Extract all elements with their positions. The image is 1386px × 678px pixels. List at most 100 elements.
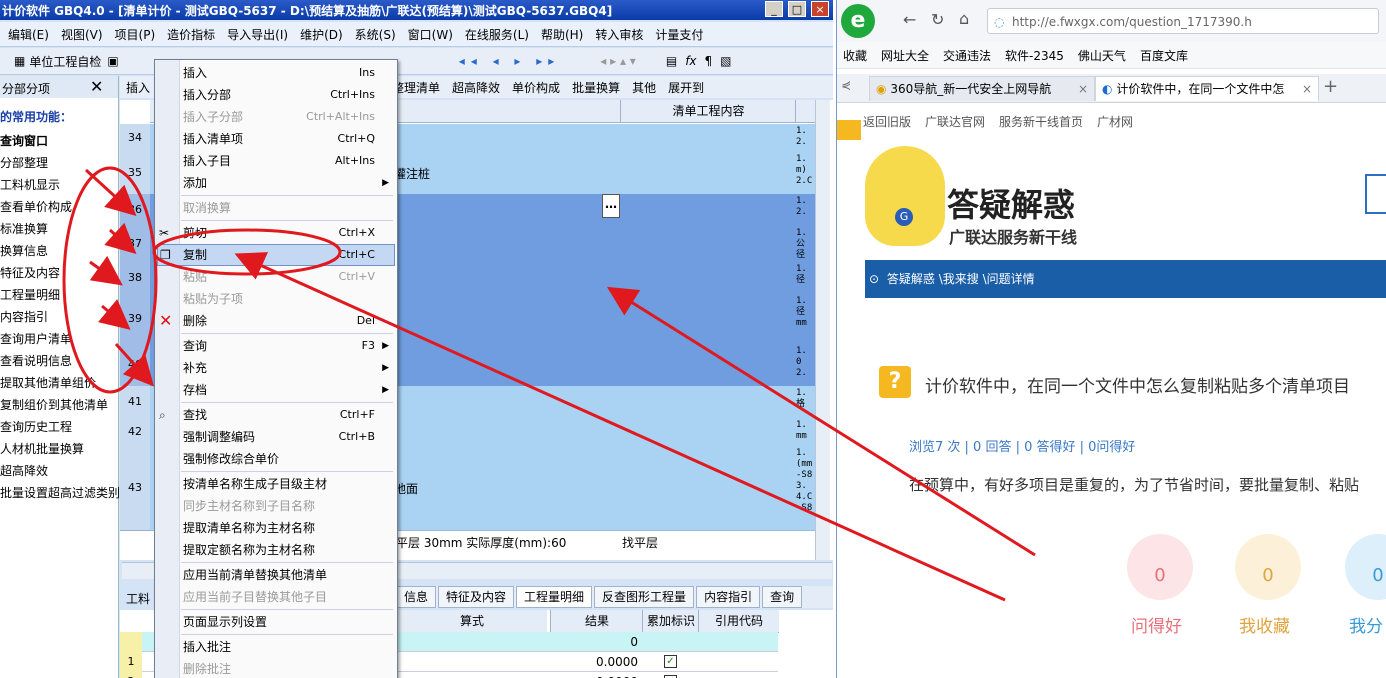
grid-toolbar-item[interactable]: 其他 bbox=[626, 79, 662, 96]
detail-tab[interactable]: 查询 bbox=[762, 586, 803, 608]
left-panel-item[interactable]: 复制组价到其他清单 bbox=[0, 396, 108, 413]
left-panel-item[interactable]: 工料机显示 bbox=[0, 176, 60, 193]
minimize-button[interactable]: _ bbox=[765, 1, 783, 17]
row-number[interactable]: 37 bbox=[120, 226, 150, 263]
menu-item-7[interactable]: 剪切 Ctrl+X bbox=[183, 222, 393, 244]
row-number[interactable]: 36 bbox=[120, 194, 150, 227]
left-panel-item[interactable]: 超高降效 bbox=[0, 462, 48, 479]
menu-item[interactable]: 维护(D) bbox=[294, 26, 349, 43]
left-panel-item[interactable]: 查询用户清单 bbox=[0, 330, 72, 347]
grid-icon[interactable]: ▧ bbox=[720, 54, 731, 68]
accumulate-checkbox[interactable]: ✓ bbox=[664, 655, 677, 668]
detail-col-header[interactable]: 算式 bbox=[396, 610, 547, 633]
menu-item-25[interactable]: 插入批注 bbox=[183, 636, 393, 658]
home-icon[interactable]: ⌂ bbox=[959, 9, 969, 28]
menu-item[interactable]: 造价指标 bbox=[161, 26, 221, 43]
left-panel-item[interactable]: 人材机批量换算 bbox=[0, 440, 84, 457]
menu-item-1[interactable]: 插入分部 Ctrl+Ins bbox=[183, 84, 393, 106]
grid-toolbar-item[interactable]: 插入 bbox=[120, 79, 156, 96]
refresh-icon[interactable]: ↻ bbox=[931, 10, 944, 29]
close-button[interactable]: × bbox=[811, 1, 829, 17]
row-number[interactable]: 43 bbox=[120, 446, 150, 531]
menu-item-22[interactable]: 应用当前清单替换其他清单 bbox=[183, 564, 393, 586]
action-label[interactable]: 我收藏 bbox=[1239, 612, 1290, 637]
detail-row-number[interactable]: 1 bbox=[120, 652, 142, 673]
left-panel-item[interactable]: 换算信息 bbox=[0, 242, 48, 259]
menu-item-5[interactable]: 添加 ▶ bbox=[183, 172, 393, 194]
tab-list-icon[interactable]: ⋞ bbox=[841, 78, 851, 92]
favorite-item[interactable]: 百度文库 bbox=[1140, 47, 1188, 64]
menu-item[interactable]: 系统(S) bbox=[349, 26, 402, 43]
menu-item-12[interactable]: 查询 F3 ▶ bbox=[183, 335, 393, 357]
detail-col-header[interactable]: 累加标识 bbox=[642, 610, 699, 633]
menu-item[interactable]: 编辑(E) bbox=[2, 26, 55, 43]
search-box[interactable] bbox=[1365, 174, 1386, 214]
action-circle[interactable]: 0 bbox=[1127, 534, 1193, 600]
left-panel-item[interactable]: 工程量明细 bbox=[0, 286, 60, 303]
close-icon[interactable]: ✕ bbox=[90, 77, 103, 96]
menu-item[interactable]: 在线服务(L) bbox=[459, 26, 535, 43]
menu-item-16[interactable]: 强制调整编码 Ctrl+B bbox=[183, 426, 393, 448]
row-number[interactable]: 34 bbox=[120, 124, 150, 153]
subnav-link[interactable]: 广材网 bbox=[1097, 113, 1133, 130]
ellipsis-button[interactable]: … bbox=[602, 194, 620, 218]
self-check-icon[interactable]: ▦ bbox=[14, 54, 25, 68]
tab-close-icon[interactable]: × bbox=[1078, 77, 1088, 101]
left-panel-item[interactable]: 分部整理 bbox=[0, 154, 48, 171]
menu-item-21[interactable]: 提取定额名称为主材名称 bbox=[183, 539, 393, 561]
menu-item-0[interactable]: 插入 Ins bbox=[183, 62, 393, 84]
menu-item-20[interactable]: 提取清单名称为主材名称 bbox=[183, 517, 393, 539]
menu-item-24[interactable]: 页面显示列设置 bbox=[183, 611, 393, 633]
menu-item[interactable]: 计量支付 bbox=[649, 26, 709, 43]
grid-toolbar-item[interactable]: 单价构成 bbox=[506, 79, 566, 96]
tab-close-icon[interactable]: × bbox=[1302, 77, 1312, 101]
back-icon[interactable]: ← bbox=[903, 10, 916, 29]
detail-row-number[interactable]: 2 bbox=[120, 672, 142, 678]
arrow-buttons[interactable]: ◂ ▸ ▴ ▾ bbox=[600, 54, 636, 68]
action-label[interactable]: 问得好 bbox=[1131, 612, 1182, 637]
left-panel-item[interactable]: 查看说明信息 bbox=[0, 352, 72, 369]
self-check-button[interactable]: 单位工程自检 bbox=[29, 53, 101, 70]
favorite-item[interactable]: 网址大全 bbox=[881, 47, 929, 64]
detail-tab[interactable]: 特征及内容 bbox=[438, 586, 515, 608]
menu-item[interactable]: 转入审核 bbox=[589, 26, 649, 43]
menu-item-18[interactable]: 按清单名称生成子目级主材 bbox=[183, 473, 393, 495]
left-panel-item[interactable]: 查询窗口 bbox=[0, 132, 48, 149]
menu-item[interactable]: 窗口(W) bbox=[402, 26, 459, 43]
menu-item[interactable]: 导入导出(I) bbox=[221, 26, 294, 43]
detail-col-header[interactable]: 引用代码 bbox=[698, 610, 779, 633]
pilcrow-icon[interactable]: ¶ bbox=[705, 54, 713, 68]
subnav-link[interactable]: 服务新干线首页 bbox=[999, 113, 1083, 130]
menu-item-13[interactable]: 补充 ▶ bbox=[183, 357, 393, 379]
grid-toolbar-item[interactable]: 批量换算 bbox=[566, 79, 626, 96]
left-panel-item[interactable]: 提取其他清单组价 bbox=[0, 374, 96, 391]
action-label[interactable]: 我分 bbox=[1349, 612, 1383, 637]
menu-item[interactable]: 视图(V) bbox=[55, 26, 109, 43]
favorite-item[interactable]: 收藏 bbox=[843, 47, 867, 64]
menu-item-14[interactable]: 存档 ▶ bbox=[183, 379, 393, 401]
browser-tab-2[interactable]: ◐ 计价软件中，在同一个文件中怎 × bbox=[1095, 76, 1319, 101]
grid-toolbar-item[interactable]: 超高降效 bbox=[446, 79, 506, 96]
menu-item[interactable]: 项目(P) bbox=[109, 26, 162, 43]
action-circle[interactable]: 0 bbox=[1345, 534, 1386, 600]
favorite-item[interactable]: 佛山天气 bbox=[1078, 47, 1126, 64]
calculator-icon[interactable]: ▤ bbox=[666, 54, 677, 68]
left-panel-item[interactable]: 标准换算 bbox=[0, 220, 48, 237]
col-header-content[interactable]: 清单工程内容 bbox=[620, 100, 796, 123]
left-panel-item[interactable]: 查询历史工程 bbox=[0, 418, 72, 435]
favorite-item[interactable]: 软件-2345 bbox=[1005, 47, 1064, 64]
menu-item-17[interactable]: 强制修改综合单价 bbox=[183, 448, 393, 470]
row-number[interactable]: 42 bbox=[120, 418, 150, 447]
action-circle[interactable]: 0 bbox=[1235, 534, 1301, 600]
dropdown-icon[interactable]: ▣ bbox=[107, 54, 118, 68]
menu-item-4[interactable]: 插入子目 Alt+Ins bbox=[183, 150, 393, 172]
left-panel-item[interactable]: 内容指引 bbox=[0, 308, 48, 325]
breadcrumb[interactable]: 答疑解惑 \我来搜 \问题详情 bbox=[887, 272, 1035, 286]
favorite-item[interactable]: 交通违法 bbox=[943, 47, 991, 64]
row-number[interactable]: 41 bbox=[120, 386, 150, 419]
browser-tab-1[interactable]: ◉ 360导航_新一代安全上网导航 × bbox=[869, 76, 1095, 101]
row-number[interactable]: 38 bbox=[120, 262, 150, 295]
row-number[interactable]: 40 bbox=[120, 344, 150, 387]
menu-item-8[interactable]: 复制 Ctrl+C bbox=[183, 244, 393, 266]
fx-icon[interactable]: fx bbox=[685, 54, 696, 68]
